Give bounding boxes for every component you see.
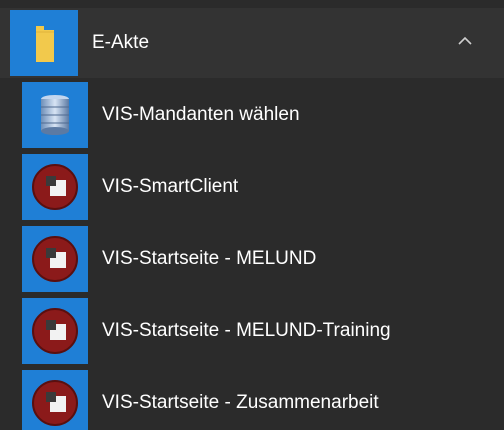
item-tile (22, 82, 88, 148)
group-header-e-akte[interactable]: E-Akte (0, 8, 504, 78)
start-menu-group: E-Akte VIS-Mandanten wählen VIS-SmartCli… (0, 0, 504, 430)
folder-icon (36, 26, 54, 62)
vis-app-icon (32, 380, 78, 426)
list-item-vis-startseite-melund-training[interactable]: VIS-Startseite - MELUND-Training (0, 296, 504, 366)
item-label: VIS-Startseite - MELUND (102, 248, 317, 269)
item-tile (22, 154, 88, 220)
vis-app-icon (32, 236, 78, 282)
vis-app-icon (32, 164, 78, 210)
item-label: VIS-Startseite - MELUND-Training (102, 320, 391, 341)
item-label: VIS-Mandanten wählen (102, 104, 300, 125)
item-label: VIS-SmartClient (102, 176, 239, 197)
item-tile (22, 226, 88, 292)
item-tile (22, 370, 88, 430)
item-label: VIS-Startseite - Zusammenarbeit (102, 392, 379, 413)
list-item-vis-startseite-melund[interactable]: VIS-Startseite - MELUND (0, 224, 504, 294)
group-label: E-Akte (92, 32, 150, 53)
group-tile (10, 10, 78, 76)
server-icon (41, 95, 69, 135)
list-item-vis-smartclient[interactable]: VIS-SmartClient (0, 152, 504, 222)
list-item-vis-mandanten[interactable]: VIS-Mandanten wählen (0, 80, 504, 150)
chevron-up-icon[interactable] (458, 36, 472, 46)
vis-app-icon (32, 308, 78, 354)
item-tile (22, 298, 88, 364)
list-item-vis-startseite-zusammenarbeit[interactable]: VIS-Startseite - Zusammenarbeit (0, 368, 504, 430)
